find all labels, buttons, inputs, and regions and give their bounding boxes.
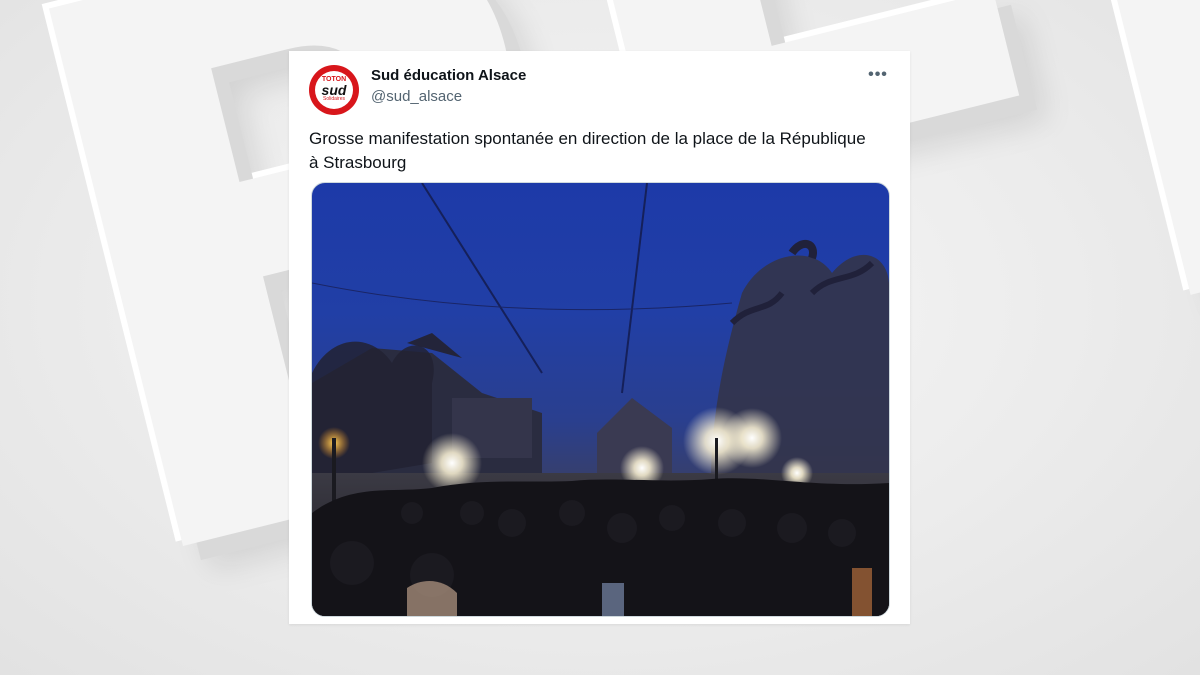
author-name[interactable]: Sud éducation Alsace xyxy=(371,67,526,84)
avatar[interactable]: TOTON sud Solidaires xyxy=(309,65,359,115)
tweet-text: Grosse manifestation spontanée en direct… xyxy=(309,129,866,172)
tweet-photo[interactable] xyxy=(311,182,890,617)
more-horizontal-icon[interactable]: ••• xyxy=(866,65,890,87)
avatar-logo-bottom: Solidaires xyxy=(323,96,345,102)
avatar-logo: TOTON sud Solidaires xyxy=(315,71,353,109)
author-handle[interactable]: @sud_alsace xyxy=(371,88,462,105)
tweet-card: TOTON sud Solidaires Sud éducation Alsac… xyxy=(289,51,910,624)
protest-photo xyxy=(312,183,889,616)
avatar-logo-mid: sud xyxy=(321,82,347,98)
